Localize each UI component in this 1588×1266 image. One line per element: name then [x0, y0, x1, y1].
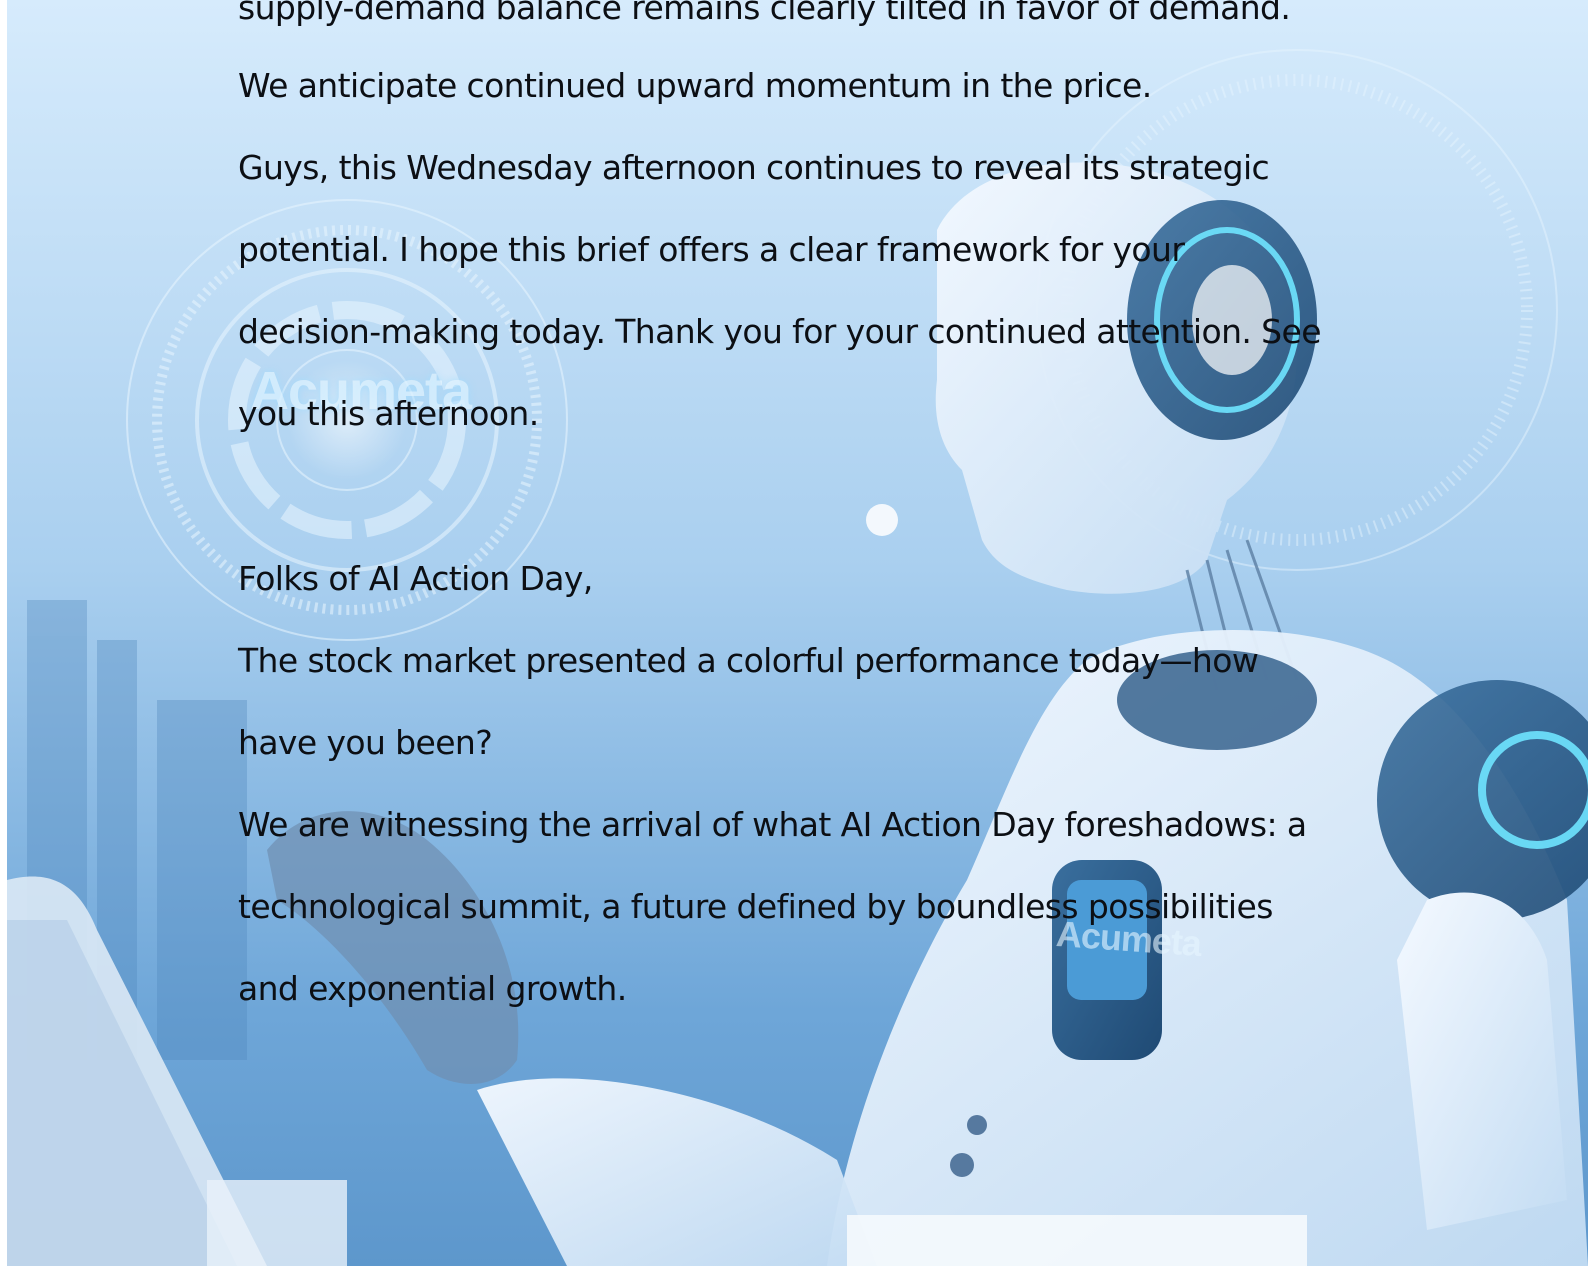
- document-page: Acumeta Acumeta supply-demand balance re…: [0, 0, 1588, 1266]
- paragraph-line: potential. I hope this brief offers a cl…: [238, 230, 1185, 269]
- paragraph-line: The stock market presented a colorful pe…: [238, 641, 1259, 680]
- paragraph-line: technological summit, a future defined b…: [238, 887, 1273, 926]
- salutation: Folks of AI Action Day,: [238, 559, 593, 598]
- paragraph-line: Guys, this Wednesday afternoon continues…: [238, 148, 1270, 187]
- paragraph-line: We are witnessing the arrival of what AI…: [238, 805, 1307, 844]
- paragraph-line: have you been?: [238, 723, 493, 762]
- paragraph-line: decision-making today. Thank you for you…: [238, 312, 1322, 351]
- paragraph-line: supply-demand balance remains clearly ti…: [238, 0, 1291, 27]
- robot-background-illustration: [7, 0, 1588, 1266]
- paragraph-line: We anticipate continued upward momentum …: [238, 66, 1152, 105]
- paragraph-line: and exponential growth.: [238, 969, 627, 1008]
- paragraph-line: you this afternoon.: [238, 394, 539, 433]
